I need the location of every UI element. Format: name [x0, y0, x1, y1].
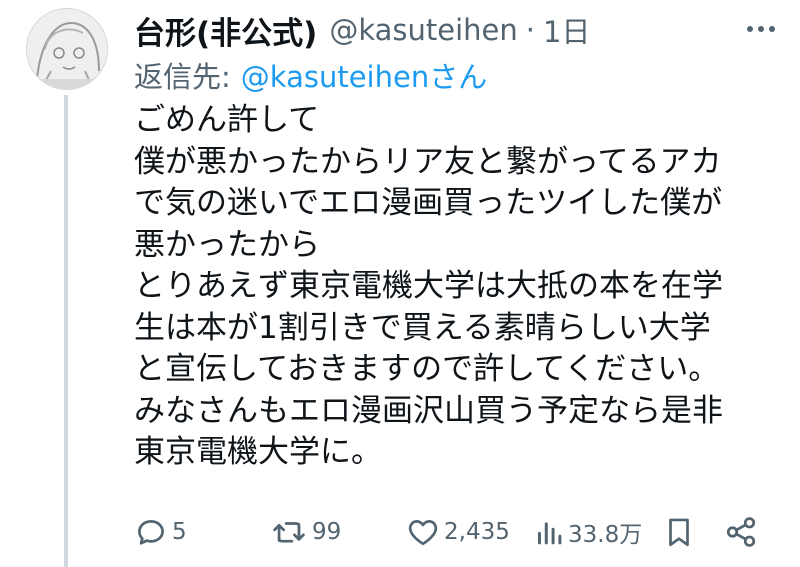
reply-to: 返信先: @kasuteihenさん: [134, 54, 487, 96]
avatar[interactable]: [26, 8, 108, 90]
like-button[interactable]: 2,435: [406, 512, 510, 552]
retweet-button[interactable]: 99: [270, 512, 341, 552]
reply-button[interactable]: 5: [134, 512, 187, 552]
like-count: 2,435: [444, 519, 510, 545]
reply-count: 5: [172, 519, 187, 545]
reply-bubble-icon: [138, 520, 164, 545]
more-options-icon[interactable]: [738, 14, 784, 44]
tweet-text-line: 東京電機大学に。: [134, 434, 382, 470]
user-handle[interactable]: @kasuteihen: [329, 13, 517, 47]
thread-connector-line: [64, 95, 68, 567]
tweet-header: 台形(非公式) @kasuteihen · 1日: [134, 6, 590, 54]
bookmark-icon: [669, 518, 689, 547]
reply-to-label: 返信先:: [134, 60, 231, 94]
tweet-text-line: と宣伝しておきますので許してください。: [134, 351, 720, 387]
tweet-text-line: 生は本が1割引きで買える素晴らしい大学: [134, 309, 711, 346]
tweet-text-line: とりあえず東京電機大学は大抵の本を在学: [134, 268, 723, 304]
reply-to-mention[interactable]: @kasuteihenさん: [241, 54, 487, 96]
tweet-text-line: 悪かったから: [134, 226, 320, 263]
separator-dot: ·: [525, 13, 535, 47]
share-icon: [726, 517, 756, 547]
retweet-count: 99: [312, 519, 342, 545]
retweet-icon: [273, 522, 305, 543]
share-button[interactable]: [724, 512, 758, 552]
views-button[interactable]: 33.8万: [534, 512, 642, 552]
tweet-text-line: ごめん許して: [134, 102, 320, 138]
tweet-text: ごめん許して 僕が悪かったからリア友と繋がってるアカ で気の迷いでエロ漫画買った…: [134, 100, 774, 474]
tweet-text-line: みなさんもエロ漫画沢山買う予定なら是非: [134, 392, 723, 429]
action-bar: 5 99 2,435 33.8万: [134, 512, 774, 552]
tweet-text-line: 僕が悪かったからリア友と繋がってるアカ: [134, 143, 722, 180]
views-bar-chart-icon: [537, 522, 562, 545]
view-count: 33.8万: [568, 522, 643, 548]
bookmark-button[interactable]: [664, 512, 694, 552]
display-name[interactable]: 台形(非公式): [134, 8, 317, 53]
heart-icon: [408, 520, 438, 546]
timestamp[interactable]: 1日: [543, 9, 590, 51]
tweet-text-line: で気の迷いでエロ漫画買ったツイした僕が: [134, 185, 723, 221]
avatar-illustration: [27, 9, 107, 89]
